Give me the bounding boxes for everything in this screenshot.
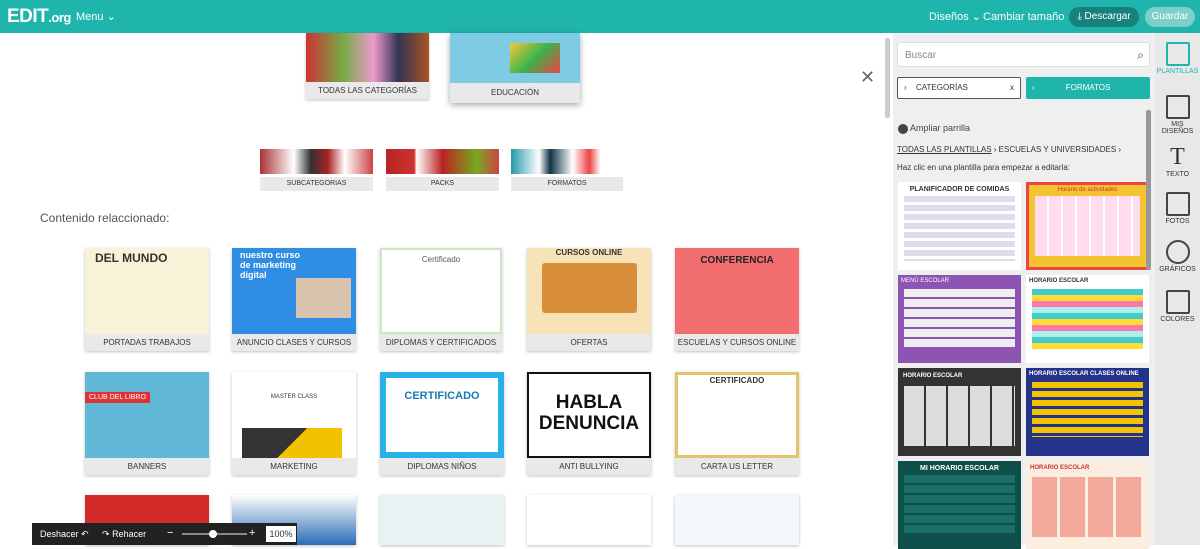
scrollbar[interactable] <box>1146 110 1151 270</box>
redo-button[interactable]: ↷ Rehacer <box>102 529 146 540</box>
layout-icon <box>1165 95 1190 119</box>
template-thumb[interactable]: PLANIFICADOR DE COMIDAS <box>898 182 1021 270</box>
search-input[interactable]: Buscar ⌕ <box>897 42 1150 67</box>
related-card[interactable]: CERTIFICADO DIPLOMAS NIÑOS <box>380 372 504 475</box>
template-thumb[interactable]: MENÚ ESCOLAR <box>898 275 1021 363</box>
clear-icon: x <box>1010 83 1014 92</box>
bottom-toolbar: Deshacer ↶ ↷ Rehacer − + 100% <box>32 523 297 545</box>
brush-icon <box>1165 290 1190 314</box>
sidebar-item-plantillas[interactable]: PLANTILLAS <box>1155 42 1200 75</box>
related-card[interactable]: CERTIFICADO CARTA US LETTER <box>675 372 799 475</box>
chevron-left-icon: ‹ <box>1032 83 1035 92</box>
resize-menu[interactable]: Cambiar tamaño ⌄ <box>983 10 1077 23</box>
category-all[interactable]: TODAS LAS CATEGORÍAS <box>306 33 429 99</box>
logo[interactable]: EDIT.org <box>7 6 71 28</box>
zoom-out-icon[interactable]: − <box>167 527 173 539</box>
search-icon[interactable]: ⌕ <box>1137 48 1144 63</box>
breadcrumb: TODAS LAS PLANTILLAS › ESCUELAS Y UNIVER… <box>897 145 1122 154</box>
template-thumb[interactable]: HORARIO ESCOLAR <box>898 368 1021 456</box>
tab-subcategorias[interactable]: SUBCATEGORIAS <box>260 149 373 191</box>
template-thumb[interactable]: HORARIO ESCOLAR <box>1026 461 1149 549</box>
zoom-in-icon[interactable]: + <box>249 527 255 539</box>
templates-icon <box>1165 42 1190 66</box>
zoom-value[interactable]: 100% <box>266 526 296 542</box>
formats-button[interactable]: ‹ FORMATOS <box>1026 77 1150 99</box>
related-card[interactable]: Certificado DIPLOMAS Y CERTIFICADOS <box>380 248 502 351</box>
category-education[interactable]: EDUCACIÓN <box>450 33 580 103</box>
tab-formatos[interactable]: FORMATOS <box>511 149 623 191</box>
disenos-menu[interactable]: Diseños ⌄ <box>929 10 981 23</box>
related-heading: Contenido relaccionado: <box>40 211 170 225</box>
template-thumb[interactable]: Horario de actividades <box>1026 182 1149 270</box>
photo-icon <box>1165 192 1190 216</box>
sidebar-item-colores[interactable]: COLORES <box>1155 290 1200 323</box>
breadcrumb-link[interactable]: TODAS LAS PLANTILLAS <box>897 145 992 154</box>
related-card[interactable]: HABLA DENUNCIA ANTI BULLYING <box>527 372 651 475</box>
hint-text: Haz clic en una plantilla para empezar a… <box>897 163 1070 172</box>
download-icon: ⤓ <box>1077 11 1082 22</box>
sidebar-item-texto[interactable]: T TEXTO <box>1155 145 1200 178</box>
grid-icon <box>898 123 908 134</box>
related-card[interactable]: MASTER CLASS MARKETING <box>232 372 356 475</box>
template-thumb[interactable]: MI HORARIO ESCOLAR <box>898 461 1021 549</box>
text-icon: T <box>1170 144 1185 170</box>
undo-icon: ↶ <box>81 529 89 539</box>
save-button[interactable]: Guardar <box>1145 7 1195 27</box>
sidebar-item-misdisenos[interactable]: MIS DISEÑOS <box>1155 95 1200 135</box>
related-card[interactable]: DEL MUNDO PORTADAS TRABAJOS <box>85 248 209 351</box>
related-card[interactable]: CONFERENCIA ESCUELAS Y CURSOS ONLINE <box>675 248 799 351</box>
shapes-icon <box>1165 240 1190 264</box>
expand-grid-toggle[interactable]: Ampliar parrilla <box>898 123 970 134</box>
menu-button[interactable]: Menu ⌄ <box>76 10 116 23</box>
sidebar-item-fotos[interactable]: FOTOS <box>1155 192 1200 225</box>
related-card[interactable] <box>527 495 651 545</box>
related-card[interactable]: CLUB DEL LIBRO BANNERS <box>85 372 209 475</box>
template-thumb[interactable]: HORARIO ESCOLAR CLASES ONLINE <box>1026 368 1149 456</box>
scrollbar[interactable] <box>885 38 890 118</box>
undo-button[interactable]: Deshacer ↶ <box>40 529 89 540</box>
close-icon[interactable]: ✕ <box>860 67 875 88</box>
chevron-right-icon: › <box>904 83 907 92</box>
tab-packs[interactable]: PACKS <box>386 149 499 191</box>
chevron-down-icon: ⌄ <box>106 11 116 23</box>
related-card[interactable]: nuestro curso de marketing digital ANUNC… <box>232 248 356 351</box>
related-card[interactable]: CURSOS ONLINE OFERTAS <box>527 248 651 351</box>
related-card[interactable] <box>675 495 799 545</box>
breadcrumb-link[interactable]: ESCUELAS Y UNIVERSIDADES <box>999 145 1117 154</box>
top-bar: EDIT.org Menu ⌄ Diseños ⌄ Cambiar tamaño… <box>0 0 1200 33</box>
template-thumb[interactable]: HORARIO ESCOLAR <box>1026 275 1149 363</box>
related-card[interactable] <box>380 495 504 545</box>
categories-button[interactable]: › CATEGORÍAS x <box>897 77 1021 99</box>
sidebar-item-graficos[interactable]: GRÁFICOS <box>1155 240 1200 273</box>
redo-icon: ↷ <box>102 529 110 539</box>
download-button[interactable]: ⤓ Descargar <box>1069 7 1139 27</box>
zoom-slider[interactable] <box>182 530 247 538</box>
